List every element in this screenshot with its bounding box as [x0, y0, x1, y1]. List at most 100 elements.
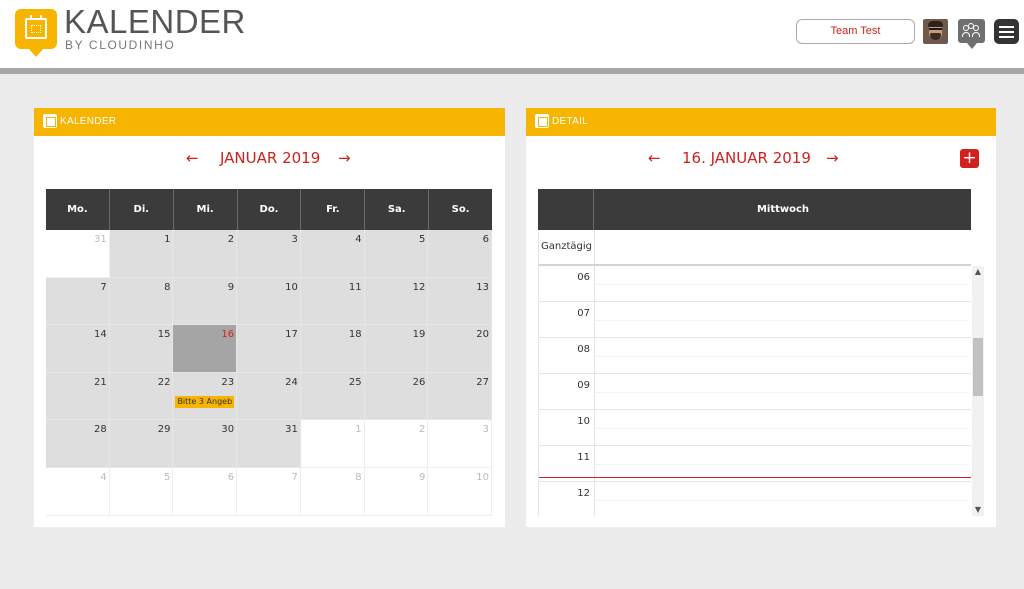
app-header: KALENDER BY CLOUDINHO Team Test — [0, 0, 1024, 68]
day-cell[interactable]: 4 — [46, 467, 110, 516]
day-cell[interactable]: 2 — [364, 420, 429, 468]
day-number: 2 — [227, 234, 235, 245]
day-cell[interactable]: 27 — [428, 372, 493, 421]
team-select-button[interactable]: Team Test — [796, 19, 915, 44]
add-event-button[interactable]: + — [960, 149, 979, 168]
day-cell[interactable]: 31 — [46, 230, 110, 278]
day-number: 6 — [482, 234, 490, 245]
day-number: 9 — [418, 471, 426, 483]
allday-row[interactable]: Ganztägig — [538, 230, 971, 266]
day-cell[interactable]: 31 — [237, 420, 301, 468]
hour-row[interactable]: 06 — [539, 266, 971, 302]
scroll-up-icon[interactable]: ▲ — [972, 266, 984, 278]
day-number: 10 — [285, 281, 298, 293]
hamburger-menu-icon[interactable] — [994, 19, 1019, 44]
day-cell[interactable]: 24 — [237, 372, 301, 421]
day-number: 27 — [476, 376, 490, 388]
day-number: 15 — [157, 329, 171, 341]
day-cell[interactable]: 5 — [109, 467, 174, 516]
weekday-so: So. — [451, 204, 470, 215]
hour-row[interactable]: 10 — [539, 410, 971, 446]
hour-grid-scrollbar[interactable]: ▲ ▼ — [972, 266, 984, 516]
day-number: 26 — [412, 376, 426, 388]
hour-row[interactable]: 12 — [539, 482, 971, 516]
day-cell[interactable]: 7 — [46, 277, 110, 326]
day-cell[interactable]: 12 — [364, 277, 429, 326]
day-number: 31 — [285, 424, 298, 436]
detail-panel-header: DETAIL — [526, 108, 996, 136]
day-cell[interactable]: 21 — [46, 372, 110, 421]
day-cell[interactable]: 20 — [428, 325, 493, 373]
day-cell[interactable]: 14 — [46, 325, 110, 373]
weekday-fr: Fr. — [301, 189, 366, 230]
day-cell[interactable]: 11 — [300, 277, 365, 326]
day-number: 19 — [412, 329, 426, 341]
calendar-panel-title: KALENDER — [60, 116, 117, 127]
day-cell[interactable]: 10 — [428, 467, 493, 516]
scroll-down-icon[interactable]: ▼ — [972, 504, 984, 516]
hour-row[interactable]: 09 — [539, 374, 971, 410]
day-cell[interactable]: 19 — [364, 325, 429, 373]
day-number: 20 — [476, 329, 490, 341]
hour-row[interactable]: 08 — [539, 338, 971, 374]
day-cell[interactable]: 22 — [109, 372, 174, 421]
day-cell-selected[interactable]: 16 — [173, 325, 238, 373]
day-number: 12 — [412, 281, 426, 293]
day-cell[interactable]: 2 — [173, 230, 238, 278]
day-cell[interactable]: 4 — [300, 230, 365, 278]
weekday-mo: Mo. — [46, 189, 110, 230]
day-cell[interactable]: 8 — [300, 467, 365, 516]
next-month-arrow-icon[interactable]: → — [338, 149, 351, 167]
weekday-di: Di. — [110, 189, 174, 230]
day-cell[interactable]: 10 — [237, 277, 301, 326]
scroll-thumb[interactable] — [973, 338, 983, 396]
day-cell[interactable]: 5 — [364, 230, 429, 278]
day-cell[interactable]: 13 — [428, 277, 493, 326]
day-cell[interactable]: 3 — [428, 420, 493, 468]
detail-icon — [535, 114, 549, 128]
day-number: 18 — [348, 329, 362, 341]
calendar-panel-header: KALENDER — [34, 108, 505, 136]
hour-label: 09 — [577, 380, 590, 391]
day-cell[interactable]: 7 — [237, 467, 301, 516]
day-cell[interactable]: 15 — [109, 325, 174, 373]
prev-day-arrow-icon[interactable]: ← — [648, 149, 661, 167]
day-number: 7 — [291, 471, 298, 483]
day-cell[interactable]: 29 — [109, 420, 174, 468]
hour-grid: 06 07 08 09 10 11 12 — [538, 266, 971, 516]
day-cell[interactable]: 9 — [364, 467, 429, 516]
day-cell[interactable]: 6 — [428, 230, 493, 278]
day-cell[interactable]: 9 — [173, 277, 238, 326]
next-day-arrow-icon[interactable]: → — [826, 149, 839, 167]
day-cell[interactable]: 1 — [109, 230, 174, 278]
week-row: 4 5 6 7 8 9 10 — [46, 467, 493, 516]
day-cell[interactable]: 23 Bitte 3 Angeb — [173, 372, 238, 421]
day-number: 11 — [348, 281, 362, 293]
day-number: 16 — [221, 329, 235, 341]
detail-panel-title: DETAIL — [552, 116, 589, 127]
day-cell[interactable]: 18 — [300, 325, 365, 373]
calendar-logo-icon — [15, 9, 57, 57]
prev-month-arrow-icon[interactable]: ← — [186, 149, 199, 167]
weekday-mi: Mi. — [174, 189, 238, 230]
day-cell[interactable]: 3 — [237, 230, 301, 278]
week-row: 31 1 2 3 4 5 6 — [46, 230, 493, 278]
hour-row[interactable]: 07 — [539, 302, 971, 338]
day-number: 6 — [227, 471, 235, 483]
user-avatar[interactable] — [923, 19, 948, 44]
calendar-icon — [43, 114, 57, 128]
weekday-sa: Sa. — [365, 189, 430, 230]
calendar-event[interactable]: Bitte 3 Angeb — [175, 395, 235, 408]
day-cell[interactable]: 25 — [300, 372, 365, 421]
day-cell[interactable]: 6 — [173, 467, 238, 516]
day-cell[interactable]: 17 — [237, 325, 301, 373]
hour-label: 10 — [577, 416, 590, 427]
day-cell[interactable]: 1 — [300, 420, 365, 468]
day-cell[interactable]: 30 — [173, 420, 238, 468]
day-number: 4 — [100, 471, 107, 483]
day-number: 3 — [291, 234, 298, 245]
day-cell[interactable]: 26 — [364, 372, 429, 421]
group-icon[interactable] — [958, 19, 985, 49]
day-cell[interactable]: 8 — [109, 277, 174, 326]
day-cell[interactable]: 28 — [46, 420, 110, 468]
